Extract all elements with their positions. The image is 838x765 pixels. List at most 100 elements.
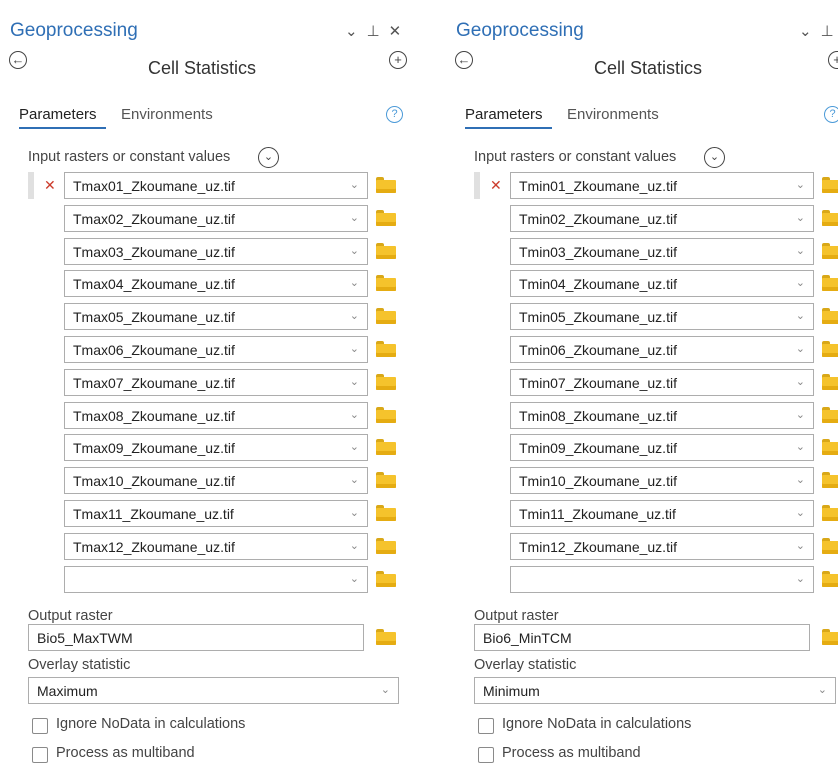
chevron-down-icon[interactable]: ⌄ [796, 440, 805, 453]
folder-icon[interactable] [822, 275, 838, 291]
back-arrow-icon[interactable]: ← [9, 51, 27, 69]
raster-input-row[interactable]: Tmax02_Zkoumane_uz.tif ⌄ [64, 205, 368, 232]
multiband-checkbox[interactable] [478, 747, 494, 763]
raster-input-row[interactable]: Tmax10_Zkoumane_uz.tif ⌄ [64, 467, 368, 494]
raster-input-row[interactable]: Tmin08_Zkoumane_uz.tif ⌄ [510, 402, 814, 429]
raster-input-row[interactable]: Tmin03_Zkoumane_uz.tif ⌄ [510, 238, 814, 265]
raster-input-row[interactable]: Tmax12_Zkoumane_uz.tif ⌄ [64, 533, 368, 560]
folder-icon[interactable] [822, 308, 838, 324]
raster-input-row[interactable]: Tmin06_Zkoumane_uz.tif ⌄ [510, 336, 814, 363]
chevron-down-icon[interactable]: ⌄ [796, 178, 805, 191]
folder-icon[interactable] [376, 275, 396, 291]
raster-input-row[interactable]: ⌄ [510, 566, 814, 593]
raster-input-row[interactable]: Tmax06_Zkoumane_uz.tif ⌄ [64, 336, 368, 363]
folder-icon[interactable] [376, 629, 396, 645]
folder-icon[interactable] [822, 374, 838, 390]
chevron-down-icon[interactable]: ⌄ [345, 22, 358, 40]
chevron-down-icon[interactable]: ⌄ [796, 342, 805, 355]
expand-icon[interactable]: ⌄ [258, 147, 279, 168]
folder-icon[interactable] [376, 439, 396, 455]
raster-input-row[interactable]: Tmax05_Zkoumane_uz.tif ⌄ [64, 303, 368, 330]
help-icon[interactable]: ? [386, 106, 403, 123]
folder-icon[interactable] [376, 407, 396, 423]
chevron-down-icon[interactable]: ⌄ [796, 408, 805, 421]
raster-input-row[interactable]: Tmin10_Zkoumane_uz.tif ⌄ [510, 467, 814, 494]
chevron-down-icon[interactable]: ⌄ [799, 22, 812, 40]
folder-icon[interactable] [822, 472, 838, 488]
remove-icon[interactable]: ✕ [490, 177, 502, 194]
chevron-down-icon[interactable]: ⌄ [350, 342, 359, 355]
folder-icon[interactable] [822, 341, 838, 357]
folder-icon[interactable] [376, 571, 396, 587]
raster-input-row[interactable]: ⌄ [64, 566, 368, 593]
chevron-down-icon[interactable]: ⌄ [350, 211, 359, 224]
chevron-down-icon[interactable]: ⌄ [796, 244, 805, 257]
drag-handle[interactable] [474, 172, 480, 199]
chevron-down-icon[interactable]: ⌄ [350, 473, 359, 486]
tab-parameters[interactable]: Parameters [19, 106, 97, 123]
chevron-down-icon[interactable]: ⌄ [796, 211, 805, 224]
folder-icon[interactable] [822, 407, 838, 423]
add-icon[interactable]: + [828, 51, 838, 69]
folder-icon[interactable] [822, 538, 838, 554]
raster-input-row[interactable]: Tmin07_Zkoumane_uz.tif ⌄ [510, 369, 814, 396]
raster-input-row[interactable]: Tmax03_Zkoumane_uz.tif ⌄ [64, 238, 368, 265]
chevron-down-icon[interactable]: ⌄ [350, 440, 359, 453]
chevron-down-icon[interactable]: ⌄ [350, 506, 359, 519]
folder-icon[interactable] [376, 210, 396, 226]
remove-icon[interactable]: ✕ [44, 177, 56, 194]
folder-icon[interactable] [376, 505, 396, 521]
expand-icon[interactable]: ⌄ [704, 147, 725, 168]
folder-icon[interactable] [822, 243, 838, 259]
pin-icon[interactable]: ⊥ [821, 22, 834, 40]
raster-input-row[interactable]: Tmax01_Zkoumane_uz.tif ⌄ [64, 172, 368, 199]
chevron-down-icon[interactable]: ⌄ [796, 276, 805, 289]
help-icon[interactable]: ? [824, 106, 838, 123]
chevron-down-icon[interactable]: ⌄ [796, 375, 805, 388]
chevron-down-icon[interactable]: ⌄ [796, 309, 805, 322]
folder-icon[interactable] [822, 571, 838, 587]
chevron-down-icon[interactable]: ⌄ [350, 375, 359, 388]
folder-icon[interactable] [822, 210, 838, 226]
raster-input-row[interactable]: Tmin11_Zkoumane_uz.tif ⌄ [510, 500, 814, 527]
raster-input-row[interactable]: Tmax07_Zkoumane_uz.tif ⌄ [64, 369, 368, 396]
multiband-checkbox[interactable] [32, 747, 48, 763]
chevron-down-icon[interactable]: ⌄ [350, 539, 359, 552]
chevron-down-icon[interactable]: ⌄ [796, 539, 805, 552]
folder-icon[interactable] [376, 177, 396, 193]
folder-icon[interactable] [376, 243, 396, 259]
raster-input-row[interactable]: Tmax09_Zkoumane_uz.tif ⌄ [64, 434, 368, 461]
tab-environments[interactable]: Environments [567, 106, 659, 123]
drag-handle[interactable] [28, 172, 34, 199]
folder-icon[interactable] [822, 177, 838, 193]
output-raster-field[interactable]: Bio5_MaxTWM [28, 624, 364, 651]
chevron-down-icon[interactable]: ⌄ [796, 506, 805, 519]
back-arrow-icon[interactable]: ← [455, 51, 473, 69]
raster-input-row[interactable]: Tmin05_Zkoumane_uz.tif ⌄ [510, 303, 814, 330]
chevron-down-icon[interactable]: ⌄ [350, 408, 359, 421]
chevron-down-icon[interactable]: ⌄ [350, 178, 359, 191]
folder-icon[interactable] [376, 472, 396, 488]
ignore-nodata-checkbox[interactable] [478, 718, 494, 734]
folder-icon[interactable] [376, 308, 396, 324]
output-raster-field[interactable]: Bio6_MinTCM [474, 624, 810, 651]
folder-icon[interactable] [822, 505, 838, 521]
raster-input-row[interactable]: Tmin01_Zkoumane_uz.tif ⌄ [510, 172, 814, 199]
chevron-down-icon[interactable]: ⌄ [350, 572, 359, 585]
tab-environments[interactable]: Environments [121, 106, 213, 123]
chevron-down-icon[interactable]: ⌄ [796, 572, 805, 585]
close-icon[interactable]: ✕ [389, 22, 402, 40]
tab-parameters[interactable]: Parameters [465, 106, 543, 123]
raster-input-row[interactable]: Tmax11_Zkoumane_uz.tif ⌄ [64, 500, 368, 527]
overlay-statistic-select[interactable]: Minimum ⌄ [474, 677, 836, 704]
chevron-down-icon[interactable]: ⌄ [350, 276, 359, 289]
raster-input-row[interactable]: Tmax08_Zkoumane_uz.tif ⌄ [64, 402, 368, 429]
chevron-down-icon[interactable]: ⌄ [350, 244, 359, 257]
chevron-down-icon[interactable]: ⌄ [796, 473, 805, 486]
add-icon[interactable]: + [389, 51, 407, 69]
ignore-nodata-checkbox[interactable] [32, 718, 48, 734]
pin-icon[interactable]: ⊥ [367, 22, 380, 40]
raster-input-row[interactable]: Tmax04_Zkoumane_uz.tif ⌄ [64, 270, 368, 297]
folder-icon[interactable] [822, 439, 838, 455]
raster-input-row[interactable]: Tmin02_Zkoumane_uz.tif ⌄ [510, 205, 814, 232]
